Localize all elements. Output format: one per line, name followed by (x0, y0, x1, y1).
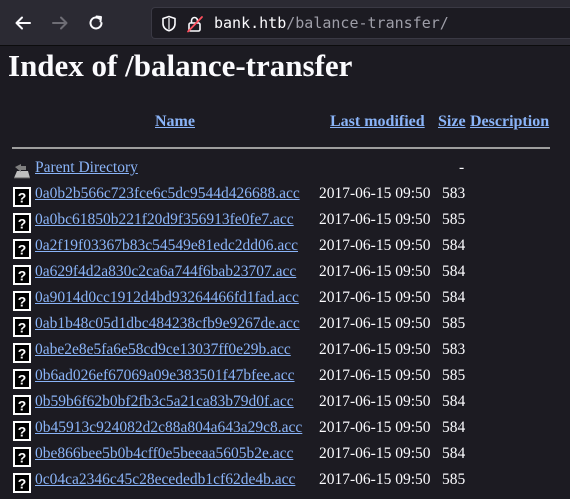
file-row: ? 0c04ca2346c45c28ecededb1cf62de4b.acc 201… (0, 470, 570, 496)
file-row: ? 0a0bc61850b221f20d9f356913fe0fe7.acc 201… (0, 210, 570, 236)
url-host: bank.htb (214, 14, 287, 32)
unknown-file-icon: ? (13, 239, 31, 259)
page-title: Index of /balance-transfer (8, 48, 353, 83)
svg-text:?: ? (18, 320, 27, 336)
file-link[interactable]: 0be866bee5b0b4cff0e5beeaa5605b2e.acc (35, 445, 293, 463)
shield-icon[interactable] (161, 15, 177, 32)
unknown-file-icon: ? (13, 213, 31, 233)
unknown-file-icon: ? (13, 447, 31, 467)
file-row: ? 0ab1b48c05d1dbc484238cfb9e9267de.acc 201… (0, 314, 570, 340)
file-size: 584 (442, 393, 466, 410)
address-bar[interactable]: bank.htb/balance-transfer/ (151, 7, 570, 39)
file-size: 585 (442, 315, 466, 332)
header-divider (12, 147, 550, 149)
file-link[interactable]: 0c04ca2346c45c28ecededb1cf62de4b.acc (35, 471, 295, 489)
svg-text:?: ? (18, 424, 27, 440)
file-modified: 2017-06-15 09:50 (319, 263, 431, 280)
file-size: 585 (442, 367, 466, 384)
file-modified: 2017-06-15 09:50 (319, 471, 431, 488)
file-row: ? 0a0b2b566c723fce6c5dc9544d426688.acc 201… (0, 184, 570, 210)
insecure-lock-icon[interactable] (186, 15, 204, 33)
file-size: 585 (442, 211, 466, 228)
unknown-file-icon: ? (13, 343, 31, 363)
unknown-file-icon: ? (13, 473, 31, 493)
file-modified: 2017-06-15 09:50 (319, 393, 431, 410)
size-column-header[interactable]: Size (438, 113, 466, 131)
svg-text:?: ? (18, 346, 27, 362)
file-link[interactable]: 0ab1b48c05d1dbc484238cfb9e9267de.acc (35, 315, 300, 333)
file-modified: 2017-06-15 09:50 (319, 315, 431, 332)
file-size: 585 (442, 471, 466, 488)
svg-text:?: ? (18, 450, 27, 466)
file-modified: 2017-06-15 09:50 (319, 185, 431, 202)
description-column-header[interactable]: Description (470, 113, 549, 131)
reload-icon (89, 15, 103, 30)
unknown-file-icon: ? (13, 395, 31, 415)
file-modified: 2017-06-15 09:50 (319, 367, 431, 384)
svg-text:?: ? (18, 190, 27, 206)
unknown-file-icon: ? (13, 317, 31, 337)
file-link[interactable]: 0a9014d0cc1912d4bd93264466fd1fad.acc (35, 289, 299, 307)
name-column-header[interactable]: Name (155, 113, 195, 131)
file-link[interactable]: 0abe2e8e5fa6e58cd9ce13037ff0e29b.acc (35, 341, 291, 359)
back-button[interactable] (8, 8, 38, 38)
file-link[interactable]: 0a2f19f03367b83c54549e81edc2dd06.acc (35, 237, 298, 255)
file-link[interactable]: 0a629f4d2a830c2ca6a744f6bab23707.acc (35, 263, 296, 281)
file-link[interactable]: 0b6ad026ef67069a09e383501f47bfee.acc (35, 367, 295, 385)
last-modified-column-header[interactable]: Last modified (330, 113, 425, 131)
file-size: 584 (442, 289, 466, 306)
file-link[interactable]: 0a0b2b566c723fce6c5dc9544d426688.acc (35, 185, 300, 203)
file-row: ? 0be866bee5b0b4cff0e5beeaa5605b2e.acc 201… (0, 444, 570, 470)
unknown-file-icon: ? (13, 421, 31, 441)
unknown-file-icon: ? (13, 291, 31, 311)
file-modified: 2017-06-15 09:50 (319, 289, 431, 306)
file-modified: 2017-06-15 09:50 (319, 341, 431, 358)
unknown-file-icon: ? (13, 369, 31, 389)
file-row: ? 0b45913c924082d2c88a804a643a29c8.acc 201… (0, 418, 570, 444)
file-row: ? 0b59b6f62b0bf2fb3c5a21ca83b79d0f.acc 201… (0, 392, 570, 418)
file-size: 584 (442, 445, 466, 462)
file-size: 584 (442, 419, 466, 436)
back-arrow-icon (15, 16, 31, 30)
file-modified: 2017-06-15 09:50 (319, 237, 431, 254)
file-modified: 2017-06-15 09:50 (319, 445, 431, 462)
file-size: 584 (442, 263, 466, 280)
svg-text:?: ? (18, 294, 27, 310)
file-size: 583 (442, 341, 466, 358)
directory-listing: Index of /balance-transfer Name Last mod… (0, 45, 570, 499)
svg-text:?: ? (18, 242, 27, 258)
file-row: ? 0a9014d0cc1912d4bd93264466fd1fad.acc 201… (0, 288, 570, 314)
file-modified: 2017-06-15 09:50 (319, 419, 431, 436)
svg-text:?: ? (18, 398, 27, 414)
file-link[interactable]: 0b59b6f62b0bf2fb3c5a21ca83b79d0f.acc (35, 393, 294, 411)
back-folder-icon (12, 161, 32, 181)
file-link[interactable]: 0a0bc61850b221f20d9f356913fe0fe7.acc (35, 211, 294, 229)
file-row: ? 0a2f19f03367b83c54549e81edc2dd06.acc 201… (0, 236, 570, 262)
file-row: ? 0b6ad026ef67069a09e383501f47bfee.acc 201… (0, 366, 570, 392)
parent-directory-row: Parent Directory - (0, 158, 570, 184)
svg-text:?: ? (18, 268, 27, 284)
file-link[interactable]: 0b45913c924082d2c88a804a643a29c8.acc (35, 419, 302, 437)
file-modified: 2017-06-15 09:50 (319, 211, 431, 228)
file-size: 583 (442, 185, 466, 202)
file-row: ? 0abe2e8e5fa6e58cd9ce13037ff0e29b.acc 201… (0, 340, 570, 366)
svg-text:?: ? (18, 372, 27, 388)
forward-arrow-icon (52, 16, 68, 30)
browser-toolbar: bank.htb/balance-transfer/ (0, 0, 570, 46)
svg-text:?: ? (18, 476, 27, 492)
url-path: /balance-transfer/ (286, 14, 449, 32)
file-row: ? 0a629f4d2a830c2ca6a744f6bab23707.acc 201… (0, 262, 570, 288)
file-size: 584 (442, 237, 466, 254)
parent-directory-link[interactable]: Parent Directory (35, 159, 138, 177)
svg-text:?: ? (18, 216, 27, 232)
unknown-file-icon: ? (13, 265, 31, 285)
parent-size: - (459, 159, 465, 176)
reload-button[interactable] (81, 8, 111, 38)
unknown-file-icon: ? (13, 187, 31, 207)
forward-button[interactable] (45, 8, 75, 38)
url-text[interactable]: bank.htb/balance-transfer/ (214, 14, 449, 32)
